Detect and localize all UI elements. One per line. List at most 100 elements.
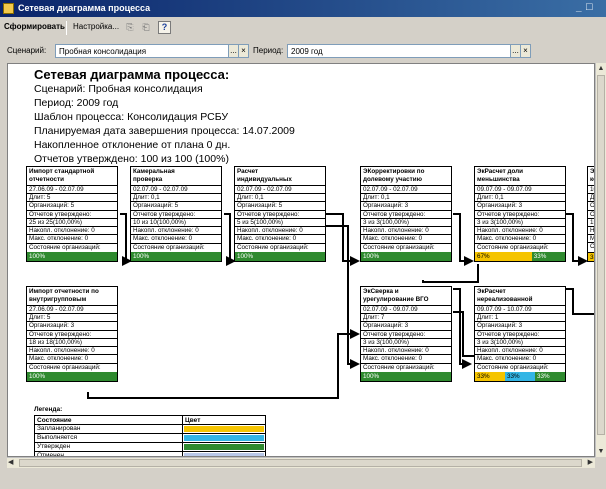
process-box-approved-label: Отчетов утверждено: bbox=[475, 331, 565, 339]
process-box[interactable]: ЭкСверка и урегулирование ВГО 02.07.09 - 0… bbox=[360, 286, 452, 383]
scroll-down-icon[interactable]: ▼ bbox=[596, 446, 606, 457]
scroll-left-icon[interactable]: ◀ bbox=[8, 458, 13, 468]
process-box-approved-label: Отчетов утверждено: bbox=[27, 211, 117, 219]
process-box-orgs: Организаций: 5 bbox=[235, 202, 325, 211]
process-box-approved-value: 3 из 3(100,00%) bbox=[361, 219, 451, 227]
partial-box-line: Дл bbox=[588, 194, 594, 203]
process-box-progress: 100% bbox=[361, 372, 451, 382]
partial-box-title: Эко bbox=[588, 167, 594, 186]
progress-segment: 100% bbox=[235, 252, 325, 262]
process-box-duration: Длит: 7 bbox=[361, 314, 451, 323]
process-box-title: Расчет индивидуальных bbox=[235, 167, 325, 186]
partial-process-box[interactable]: Эко 10 Дл Ор От 15 На Ма Со 33 bbox=[587, 166, 594, 262]
vertical-scroll-thumb[interactable] bbox=[597, 75, 605, 435]
process-box-dates: 09.07.09 - 09.07.09 bbox=[475, 186, 565, 195]
window-title: Сетевая диаграмма процесса bbox=[18, 3, 151, 13]
process-box-orgs: Организаций: 3 bbox=[361, 202, 451, 211]
process-box-approved-value: 18 из 18(100,00%) bbox=[27, 339, 117, 347]
progress-segment: 33% bbox=[531, 252, 565, 262]
settings-button[interactable]: Настройка... bbox=[73, 22, 119, 31]
progress-segment: 67% bbox=[475, 252, 532, 262]
toolbar: Сформировать Настройка... ⎘ ⎗ ? bbox=[0, 17, 606, 39]
legend-color-swatch bbox=[182, 442, 266, 452]
process-box-status-label: Состояние организаций: bbox=[131, 243, 221, 252]
process-box-acc-dev: Накопл. отклонение: 0 bbox=[361, 347, 451, 356]
process-box-max-dev: Макс. отклонение: 0 bbox=[133, 235, 193, 243]
scroll-right-icon[interactable]: ▶ bbox=[588, 458, 593, 468]
process-box-max-dev: Макс. отклонение: 0 bbox=[363, 355, 423, 363]
report-document: Сетевая диаграмма процесса: Сценарий: Пр… bbox=[7, 63, 595, 457]
process-box[interactable]: ЭКорректировки по долевому участию 02.07.0… bbox=[360, 166, 452, 263]
process-box-duration: Длит: 1 bbox=[475, 314, 565, 323]
process-box-progress: 100% bbox=[27, 252, 117, 262]
process-box-duration: Длит: 0,1 bbox=[235, 194, 325, 203]
paste-icon[interactable]: ⎗ bbox=[140, 21, 152, 33]
process-box[interactable]: ЭкРасчет доли меньшинства 09.07.09 - 09.07… bbox=[474, 166, 566, 263]
process-box-status-label: Состояние организаций: bbox=[361, 363, 451, 372]
legend-row: Утвержден bbox=[34, 442, 266, 452]
process-box[interactable]: Расчет индивидуальных 02.07.09 - 02.07.09 Д… bbox=[234, 166, 326, 263]
process-box-title: ЭкСверка и урегулирование ВГО bbox=[361, 287, 451, 306]
process-box-status-label: Состояние организаций: bbox=[235, 243, 325, 252]
process-box-orgs: Организаций: 5 bbox=[131, 202, 221, 211]
legend-col-color: Цвет bbox=[182, 415, 266, 425]
scenario-clear-button[interactable]: × bbox=[238, 44, 249, 58]
process-box-acc-dev: Накопл. отклонение: 0 bbox=[475, 227, 565, 236]
legend-title: Легенда: bbox=[34, 406, 63, 413]
process-box[interactable]: Импорт стандартной отчетности 27.06.09 - 0… bbox=[26, 166, 118, 263]
process-box-progress: 100% bbox=[235, 252, 325, 262]
process-box-max-dev: Макс. отклонение: 0 bbox=[29, 355, 89, 363]
process-box-approved-label: Отчетов утверждено: bbox=[361, 331, 451, 339]
process-box-dates: 27.06.09 - 02.07.09 bbox=[27, 186, 117, 195]
process-box-duration: Длит: 0,1 bbox=[361, 194, 451, 203]
process-box-status-label: Состояние организаций: bbox=[27, 243, 117, 252]
title-bar: Сетевая диаграмма процесса _ □ bbox=[0, 0, 606, 17]
help-button[interactable]: ? bbox=[158, 21, 171, 34]
process-box-duration: Длит: 5 bbox=[27, 314, 117, 323]
copy-icon[interactable]: ⎘ bbox=[124, 21, 136, 33]
process-box-duration: Длит: 5 bbox=[27, 194, 117, 203]
process-box-approved-value: 3 из 3(100,00%) bbox=[475, 339, 565, 347]
generate-button[interactable]: Сформировать bbox=[4, 22, 65, 31]
process-box[interactable]: ЭкРасчет нереализованной 09.07.09 - 10.07.… bbox=[474, 286, 566, 383]
progress-segment: 100% bbox=[27, 252, 117, 262]
process-box-max-dev: Макс. отклонение: 0 bbox=[29, 235, 89, 243]
horizontal-scrollbar[interactable]: ◀ ▶ bbox=[7, 457, 595, 468]
process-box-dates: 02.07.09 - 02.07.09 bbox=[361, 186, 451, 195]
process-box-orgs: Организаций: 3 bbox=[475, 322, 565, 331]
minimize-button[interactable]: _ bbox=[576, 2, 582, 13]
process-box-title: ЭкРасчет доли меньшинства bbox=[475, 167, 565, 186]
process-box-approved-value: 5 из 5(100,00%) bbox=[235, 219, 325, 227]
status-bar bbox=[0, 469, 606, 489]
period-clear-button[interactable]: × bbox=[520, 44, 531, 58]
process-box[interactable]: Камеральная проверка 02.07.09 - 02.07.09 Дл… bbox=[130, 166, 222, 263]
legend-state-label: Утвержден bbox=[34, 442, 183, 452]
vertical-scrollbar[interactable]: ▲ ▼ bbox=[595, 63, 606, 457]
partial-box-line: 15 bbox=[588, 219, 594, 227]
maximize-button[interactable]: □ bbox=[586, 1, 593, 13]
process-box-orgs: Организаций: 3 bbox=[27, 322, 117, 331]
period-label: Период: bbox=[253, 46, 284, 55]
horizontal-scroll-thumb[interactable] bbox=[19, 459, 582, 467]
legend-state-label: Запланирован bbox=[34, 424, 183, 434]
scroll-up-icon[interactable]: ▲ bbox=[596, 63, 606, 74]
process-box-orgs: Организаций: 5 bbox=[27, 202, 117, 211]
process-box-duration: Длит: 0,1 bbox=[131, 194, 221, 203]
process-box-acc-dev: Накопл. отклонение: 0 bbox=[361, 227, 451, 236]
scenario-label: Сценарий: bbox=[7, 46, 47, 55]
process-box-status-label: Состояние организаций: bbox=[475, 243, 565, 252]
process-box-approved-label: Отчетов утверждено: bbox=[27, 331, 117, 339]
process-box-orgs: Организаций: 3 bbox=[475, 202, 565, 211]
process-box[interactable]: Импорт отчетности по внутригрупповым 27.06… bbox=[26, 286, 118, 383]
process-box-max-dev: Макс. отклонение: 0 bbox=[477, 235, 537, 243]
process-box-title: ЭкРасчет нереализованной bbox=[475, 287, 565, 306]
parameters-bar: Сценарий: Пробная консолидация ... × Пер… bbox=[0, 41, 606, 61]
process-box-dates: 09.07.09 - 10.07.09 bbox=[475, 306, 565, 315]
period-field[interactable]: 2009 год bbox=[287, 44, 511, 58]
process-box-dates: 02.07.09 - 02.07.09 bbox=[235, 186, 325, 195]
partial-box-line: Ор bbox=[588, 202, 594, 211]
scenario-field[interactable]: Пробная консолидация bbox=[55, 44, 229, 58]
process-box-orgs: Организаций: 3 bbox=[361, 322, 451, 331]
process-box-acc-dev: Накопл. отклонение: 0 bbox=[27, 227, 117, 236]
process-box-acc-dev: Накопл. отклонение: 0 bbox=[27, 347, 117, 356]
